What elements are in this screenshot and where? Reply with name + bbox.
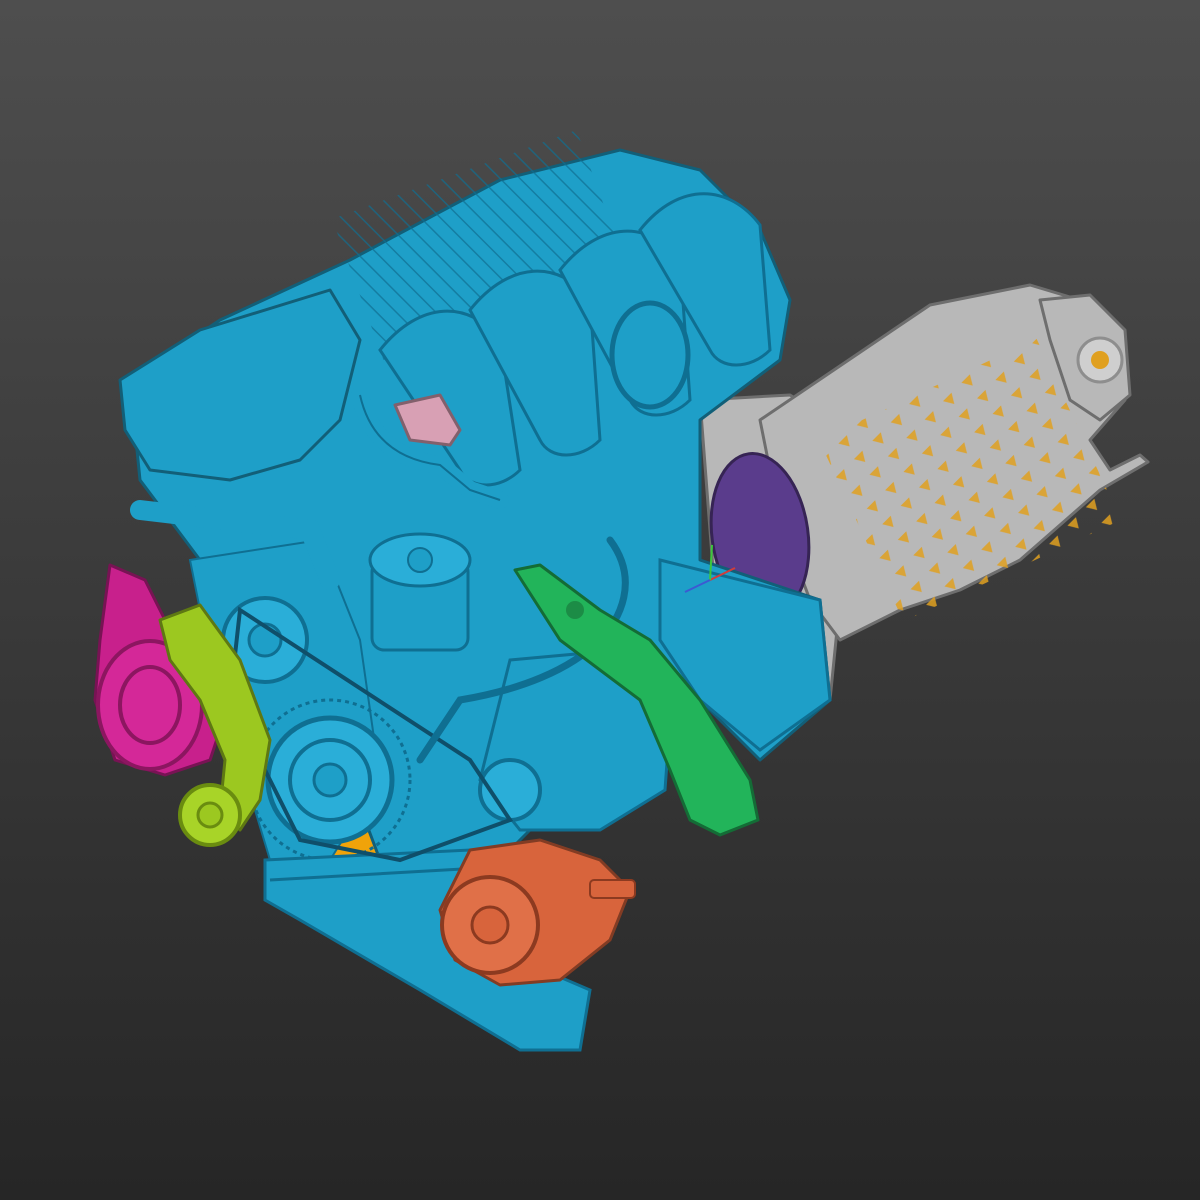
upper-pulley-hub <box>247 622 283 658</box>
engine-mount-bolt <box>566 601 584 619</box>
tensioner-pulley-hub <box>196 801 224 829</box>
throttle-body <box>609 300 691 410</box>
transmission-output-hub <box>1091 351 1109 369</box>
3d-viewport[interactable] <box>0 0 1200 1200</box>
water-pump-outlet <box>589 879 636 899</box>
water-pump-hub <box>470 905 510 945</box>
oil-filter-nut <box>407 547 433 573</box>
crank-pulley-hub <box>312 762 348 798</box>
scene-canvas[interactable] <box>0 0 1200 1200</box>
